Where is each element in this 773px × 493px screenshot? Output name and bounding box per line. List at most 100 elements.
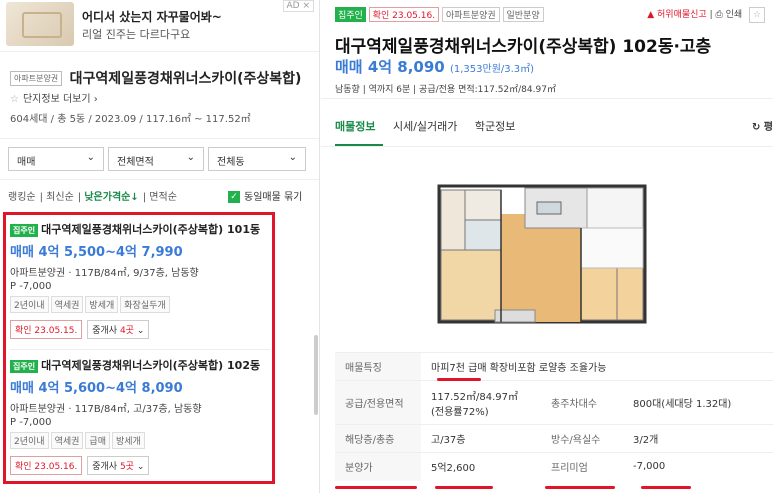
highlight-underline xyxy=(437,378,481,381)
floor-value: 고/37층 xyxy=(421,424,541,453)
siren-icon: ▲ xyxy=(647,10,658,20)
trade-type-select[interactable]: 매매 ⌄ xyxy=(8,147,104,171)
ad-close-button[interactable]: AD × xyxy=(282,0,314,12)
report-button[interactable]: ▲ 허위매물신고 xyxy=(647,10,706,20)
listing-tag: 역세권 xyxy=(50,432,84,449)
listing-tag: 역세권 xyxy=(50,296,84,313)
ad-banner[interactable]: 어디서 샀는지 자꾸물어봐~ 리얼 진주는 다르다구요 AD × xyxy=(0,0,319,52)
list-item[interactable]: 집주인 대구역제일풍경채위너스카이(주상복합) 102동 매매 4억 5,600~… xyxy=(10,357,272,475)
owner-badge: 집주인 xyxy=(10,359,39,373)
listing-premium: P -7,000 xyxy=(10,417,52,428)
listing-tag: 급매 xyxy=(85,432,110,449)
owner-badge: 집주인 xyxy=(10,223,39,237)
ad-title: 어디서 샀는지 자꾸물어봐~ xyxy=(82,10,222,24)
confirm-date-badge: 확인 23.05.15. xyxy=(10,320,83,339)
sort-latest[interactable]: 최신순 xyxy=(46,192,74,203)
same-listing-label: 동일매물 묶기 xyxy=(244,192,303,203)
agents-label: 중개사 xyxy=(92,326,120,336)
tab-school-info[interactable]: 학군정보 xyxy=(475,120,515,133)
complex-info: 604세대 / 총 5동 / 2023.09 / 117.16㎡ ~ 117.5… xyxy=(10,114,251,125)
filter-bar: 매매 ⌄ 전체면적 ⌄ 전체동 ⌄ xyxy=(0,138,319,180)
listing-spec: 아파트분양권 · 117B/84㎡, 9/37층, 남동향 xyxy=(10,268,199,279)
floor-label: 해당층/총층 xyxy=(335,424,421,453)
agents-count: 4곳 xyxy=(119,326,134,336)
table-row: 매물특징 마피7천 급매 확장비포함 로얄층 조율가능 xyxy=(335,352,773,381)
listing-detail-table: 매물특징 마피7천 급매 확장비포함 로얄층 조율가능 공급/전용면적 117.… xyxy=(335,352,773,481)
chevron-down-icon: ⌄ xyxy=(186,152,195,163)
listing-premium: P -7,000 xyxy=(10,281,52,292)
agents-dropdown[interactable]: 중개사 5곳 ⌄ xyxy=(87,456,150,475)
highlight-underline xyxy=(545,486,615,489)
chevron-right-icon: › xyxy=(90,94,98,105)
area-select[interactable]: 전체면적 ⌄ xyxy=(108,147,204,171)
feature-value: 마피7천 급매 확장비포함 로얄층 조율가능 xyxy=(421,352,773,381)
highlight-underline xyxy=(641,486,691,489)
listing-price: 매매 4억 5,500~4억 7,990 xyxy=(10,245,183,260)
listing-footer: 확인 23.05.15. 중개사 4곳 ⌄ xyxy=(10,320,272,339)
listing-tag: 방세개 xyxy=(111,432,145,449)
same-listing-toggle[interactable]: ✓ 동일매물 묶기 xyxy=(228,188,302,203)
print-icon: ⎙ xyxy=(715,10,726,20)
list-item[interactable]: 집주인 대구역제일풍경채위너스카이(주상복합) 101동 매매 4억 5,500~… xyxy=(10,221,272,339)
area-value: 117.52㎡/84.97㎡(전용률72%) xyxy=(421,380,541,425)
listing-title-text: 대구역제일풍경채위너스카이(주상복합) 101동 xyxy=(41,223,261,236)
floorplan-image[interactable] xyxy=(435,176,649,326)
tab-listing-info[interactable]: 매물정보 xyxy=(335,120,375,133)
dong-select[interactable]: 전체동 ⌄ xyxy=(208,147,306,171)
detail-badges: 집주인 확인 23.05.16. 아파트분양권 일반분양 xyxy=(335,7,544,22)
listing-tag: 방세개 xyxy=(85,296,119,313)
tab-price-history[interactable]: 시세/실거래가 xyxy=(393,120,457,133)
chevron-down-icon: ⌄ xyxy=(136,326,145,336)
agents-label: 중개사 xyxy=(92,462,120,472)
listing-tags: 2년이내 역세권 급매 방세개 xyxy=(10,432,272,449)
scrollbar[interactable] xyxy=(314,335,318,415)
listing-title-text: 대구역제일풍경채위너스카이(주상복합) 102동 xyxy=(41,359,261,372)
detail-description: 남동향 | 역까지 6분 | 공급/전용 면적:117.52㎡/84.97㎡ xyxy=(335,85,556,95)
detail-panel: 집주인 확인 23.05.16. 아파트분양권 일반분양 ▲ 허위매물신고 | … xyxy=(321,0,773,493)
detail-tabs: 매물정보 시세/실거래가 학군정보 xyxy=(335,118,529,134)
rooms-label: 방수/욕실수 xyxy=(541,424,623,453)
listing-footer: 확인 23.05.16. 중개사 5곳 ⌄ xyxy=(10,456,272,475)
area-label: 공급/전용면적 xyxy=(335,380,421,425)
listing-price: 매매 4억 5,600~4억 8,090 xyxy=(10,381,183,396)
listing-title: 집주인 대구역제일풍경채위너스카이(주상복합) 101동 xyxy=(10,221,272,237)
favorite-star-icon[interactable]: ☆ xyxy=(749,7,765,23)
complex-header: 아파트분양권 대구역제일풍경채위너스카이(주상복합) xyxy=(10,68,316,88)
complex-more-label[interactable]: 단지정보 더보기 xyxy=(23,94,91,105)
separator xyxy=(321,98,773,99)
separator xyxy=(321,146,773,147)
listing-list: 집주인 대구역제일풍경채위너스카이(주상복합) 101동 매매 4억 5,500~… xyxy=(3,212,275,484)
star-icon[interactable]: ☆ xyxy=(10,94,19,105)
sort-ranking[interactable]: 랭킹순 xyxy=(8,192,36,203)
table-row: 분양가 5억2,600 프리미엄 -7,000 xyxy=(335,452,773,481)
detail-price-per-area: (1,353만원/3.3㎡) xyxy=(449,64,535,75)
pyeong-toggle[interactable]: ↻ 평 xyxy=(752,118,773,133)
premium-value: -7,000 xyxy=(623,452,773,481)
type-badge: 아파트분양권 xyxy=(441,7,500,22)
parking-value: 800대(세대당 1.32대) xyxy=(623,380,773,425)
detail-price: 매매 4억 8,090 (1,353만원/3.3㎡) xyxy=(335,56,534,77)
print-label: 인쇄 xyxy=(725,10,743,20)
sort-area[interactable]: 면적순 xyxy=(149,192,177,203)
owner-badge: 집주인 xyxy=(335,7,366,22)
report-label: 허위매물신고 xyxy=(657,10,707,20)
rooms-value: 3/2개 xyxy=(623,424,773,453)
agents-count: 5곳 xyxy=(119,462,134,472)
table-row: 공급/전용면적 117.52㎡/84.97㎡(전용률72%) 총주차대수 800… xyxy=(335,380,773,425)
listing-tags: 2년이내 역세권 방세개 화장실두개 xyxy=(10,296,272,313)
sort-low-price[interactable]: 낮은가격순↓ xyxy=(84,192,138,203)
ad-image xyxy=(6,2,74,46)
print-button[interactable]: ⎙ 인쇄 xyxy=(716,10,743,20)
complex-more-link[interactable]: ☆ 단지정보 더보기 › xyxy=(10,90,98,105)
list-divider xyxy=(10,349,270,350)
confirm-date-badge: 확인 23.05.16. xyxy=(10,456,83,475)
chevron-down-icon: ⌄ xyxy=(136,462,145,472)
checkbox-checked-icon[interactable]: ✓ xyxy=(228,191,240,203)
area-value: 전체면적 xyxy=(117,157,154,168)
listing-tag: 화장실두개 xyxy=(120,296,170,313)
complex-type-badge: 아파트분양권 xyxy=(10,70,63,86)
agents-dropdown[interactable]: 중개사 4곳 ⌄ xyxy=(87,320,150,339)
chevron-down-icon: ⌄ xyxy=(86,152,95,163)
parking-label: 총주차대수 xyxy=(541,380,623,425)
listing-spec: 아파트분양권 · 117B/84㎡, 고/37층, 남동향 xyxy=(10,404,202,415)
